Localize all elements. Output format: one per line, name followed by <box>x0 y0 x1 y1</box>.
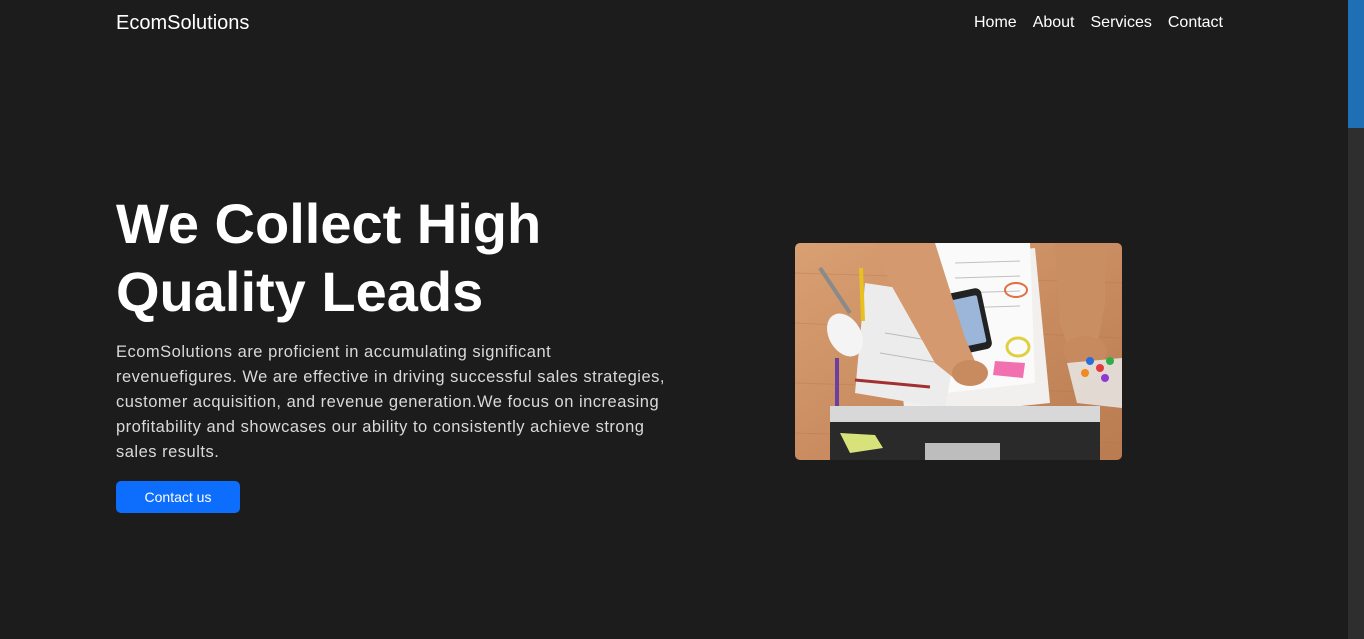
nav-links: Home About Services Contact <box>974 14 1223 32</box>
nav-link-contact[interactable]: Contact <box>1168 14 1223 32</box>
scrollbar-thumb[interactable] <box>1348 0 1364 128</box>
brand-logo[interactable]: EcomSolutions <box>116 12 249 35</box>
nav-link-about[interactable]: About <box>1033 14 1075 32</box>
hero-title-line1: We Collect High <box>116 192 542 255</box>
nav-link-home[interactable]: Home <box>974 14 1017 32</box>
hero-image <box>795 243 1122 460</box>
nav-link-services[interactable]: Services <box>1091 14 1152 32</box>
hero-title-line2: Quality Leads <box>116 260 484 323</box>
page: EcomSolutions Home About Services Contac… <box>0 0 1348 639</box>
desk-workspace-photo-icon <box>795 243 1122 460</box>
scrollbar[interactable] <box>1348 0 1364 639</box>
navbar: EcomSolutions Home About Services Contac… <box>0 0 1348 46</box>
hero-title: We Collect High Quality Leads <box>116 190 676 326</box>
contact-us-button[interactable]: Contact us <box>116 481 240 513</box>
hero-description: EcomSolutions are proficient in accumula… <box>116 343 665 461</box>
